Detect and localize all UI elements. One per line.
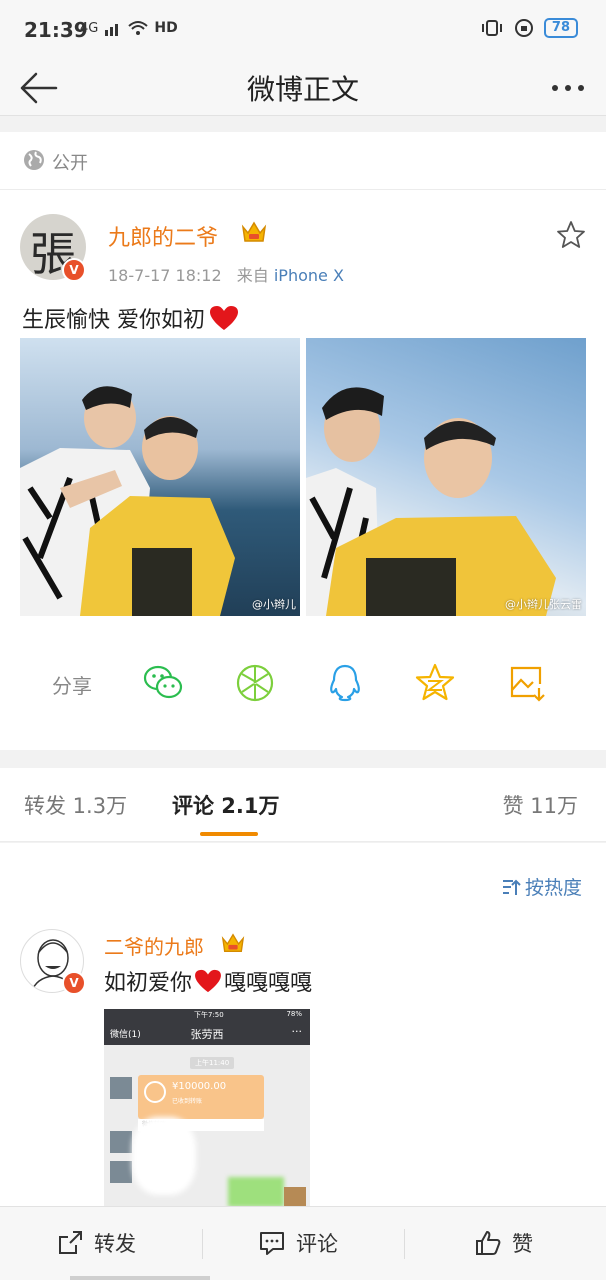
heart-icon: [195, 969, 221, 993]
photo-watermark: @小辫儿: [252, 598, 296, 611]
shot-avatar: [110, 1131, 132, 1153]
comment-username[interactable]: 二爷的九郎: [104, 931, 204, 960]
tab-repost[interactable]: 转发 1.3万: [24, 790, 127, 820]
heart-icon: [210, 306, 238, 330]
hd-label: HD: [154, 20, 178, 36]
home-indicator: [70, 1276, 210, 1280]
post-from-label: 来自: [236, 266, 269, 285]
alarm-icon: [514, 19, 533, 37]
battery-indicator: 78: [543, 18, 578, 38]
post-text-content: 生辰愉快 爱你如初: [22, 308, 205, 333]
wifi-icon: [128, 21, 149, 35]
comment-image[interactable]: 下午7:50 78% 微信(1) 张劳西 ··· 上午11:40 ¥10000.…: [104, 1009, 310, 1206]
photo-watermark: @小辫儿张云雷: [505, 598, 582, 611]
status-right-group: 78: [480, 18, 578, 38]
shot-more: ···: [291, 1025, 303, 1038]
repost-label: 转发: [94, 1232, 136, 1256]
shot-redaction: [132, 1117, 196, 1195]
comment-button[interactable]: 评论: [258, 1227, 338, 1259]
status-time: 21:39: [24, 18, 88, 42]
network-label: 4G: [80, 20, 99, 36]
comment-text: 如初爱你 嘎嘎嘎嘎: [104, 965, 312, 997]
status-signal-group: 4G HD: [80, 20, 178, 36]
like-button[interactable]: 赞: [474, 1227, 533, 1259]
active-tab-indicator: [200, 832, 258, 836]
post-card: 張 V 九郎的二爷 18-7-17 18:12 来自 iPhone X 生辰愉快…: [0, 190, 606, 750]
page-title: 微博正文: [246, 73, 359, 106]
post-time: 18-7-17 18:12: [108, 266, 222, 285]
sort-icon: [502, 879, 521, 895]
tab-like[interactable]: 赞 11万: [503, 790, 578, 820]
photo-illustration: [20, 386, 235, 616]
comment-text-content: 如初爱你: [104, 971, 193, 996]
share-label: 分享: [52, 674, 92, 698]
shot-green-bubble: [228, 1177, 284, 1206]
verified-badge: V: [62, 258, 86, 282]
divider: [404, 1229, 405, 1259]
share-row: 分享: [0, 660, 606, 710]
vibrate-icon: [481, 20, 502, 36]
feedback-tabs: 转发 1.3万 评论 2.1万 赞 11万: [0, 768, 606, 842]
wechat-icon[interactable]: [142, 662, 184, 704]
star-icon[interactable]: [556, 220, 586, 250]
shot-avatar: [110, 1161, 132, 1183]
crown-icon: [221, 933, 245, 952]
qq-icon[interactable]: [324, 662, 366, 704]
globe-icon: [24, 150, 44, 170]
thumbs-up-icon: [476, 1231, 501, 1255]
like-label: 赞: [512, 1232, 533, 1256]
shot-status-battery: 78%: [286, 1010, 302, 1018]
shot-transfer-card: ¥10000.00 已收到转账: [138, 1075, 264, 1119]
sort-button[interactable]: 按热度: [501, 873, 582, 900]
post-photo[interactable]: @小辫儿张云雷: [306, 338, 586, 616]
visibility-bar: 公开: [0, 132, 606, 190]
comments-section: 按热度 V 二爷的九郎 如初爱你 嘎嘎嘎嘎 下午7:50 78% 微信(1) 张…: [0, 843, 606, 1206]
post-source[interactable]: iPhone X: [274, 266, 344, 285]
photo-illustration: [306, 387, 556, 616]
comment-text-suffix: 嘎嘎嘎嘎: [224, 971, 313, 996]
bottom-action-bar: 转发 评论 赞: [0, 1206, 606, 1280]
sort-label: 按热度: [524, 877, 582, 899]
shot-transfer-amount: ¥10000.00: [172, 1081, 227, 1092]
verified-badge: V: [62, 971, 86, 995]
share-out-icon: [59, 1231, 82, 1254]
status-bar: 21:39 4G HD 78: [0, 0, 606, 60]
divider: [202, 1229, 203, 1259]
shot-status-bar: 下午7:50 78%: [104, 1009, 310, 1021]
nav-bar: 微博正文: [0, 60, 606, 116]
shot-transfer-sub: 已收到转账: [172, 1098, 203, 1105]
crown-icon: [241, 221, 267, 242]
signal-icon: [105, 24, 119, 36]
post-text: 生辰愉快 爱你如初: [22, 302, 239, 334]
post-username[interactable]: 九郎的二爷: [108, 220, 218, 252]
qzone-icon[interactable]: [414, 662, 456, 704]
shot-header: 微信(1) 张劳西 ···: [104, 1021, 310, 1045]
save-image-icon[interactable]: [506, 662, 548, 704]
check-circle-icon: [144, 1081, 166, 1103]
post-meta: 18-7-17 18:12 来自 iPhone X: [108, 262, 344, 286]
comment-label: 评论: [296, 1232, 338, 1256]
shot-avatar: [110, 1077, 132, 1099]
visibility-label: 公开: [52, 153, 88, 174]
shot-avatar: [284, 1187, 306, 1206]
post-photo[interactable]: @小辫儿: [20, 338, 300, 616]
more-dots-icon[interactable]: [546, 68, 590, 108]
moments-icon[interactable]: [234, 662, 276, 704]
shot-title: 张劳西: [190, 1028, 224, 1041]
shot-timestamp: 上午11:40: [190, 1057, 235, 1069]
repost-button[interactable]: 转发: [56, 1227, 136, 1259]
tab-comment[interactable]: 评论 2.1万: [172, 790, 280, 820]
shot-status-time: 下午7:50: [194, 1011, 224, 1019]
comment-bubble-icon: [260, 1232, 284, 1255]
